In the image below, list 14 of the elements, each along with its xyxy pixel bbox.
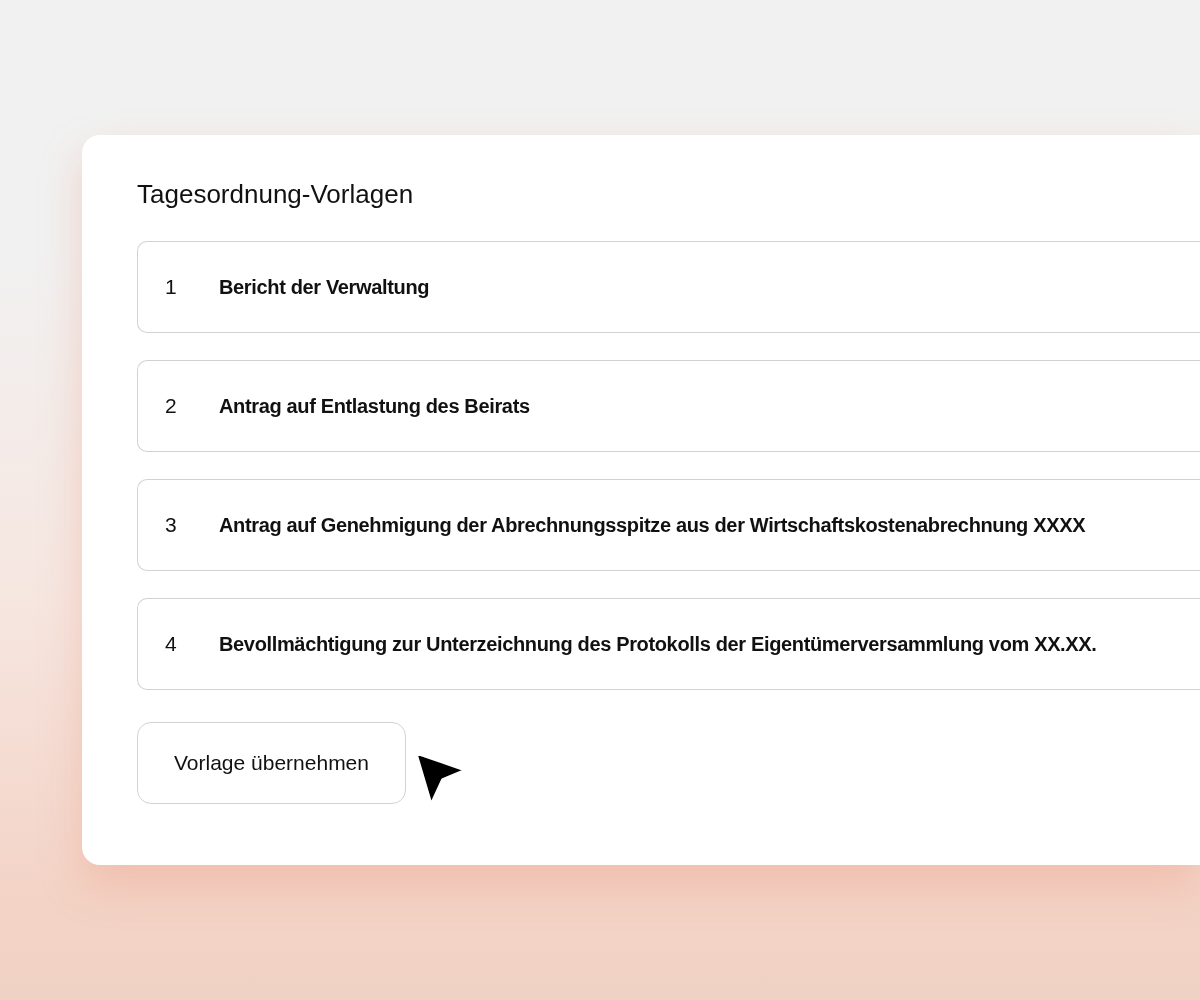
agenda-item[interactable]: 1 Bericht der Verwaltung [137,241,1200,333]
item-title: Antrag auf Entlastung des Beirats [219,394,530,418]
item-title: Antrag auf Genehmigung der Abrechnungsspitze aus der Wirtschaftskostenabrechnung XXXX [219,513,1086,537]
panel-title: Tagesordnung-Vorlagen [137,179,415,210]
apply-template-button[interactable]: Vorlage übernehmen [137,722,406,804]
item-title: Bericht der Verwaltung [219,275,430,299]
item-title: Bevollmächtigung zur Unterzeichnung des Protokolls der Eigentümerversammlung vom XX.XX. [219,632,1097,656]
item-number: 1 [165,275,178,299]
agenda-item[interactable]: 4 Bevollmächtigung zur Unterzeichnung des Protokolls der Eigentümerversammlung vom XX.XX. [137,598,1200,690]
item-number: 3 [165,513,178,537]
item-number: 4 [165,632,178,656]
agenda-item[interactable]: 2 Antrag auf Entlastung des Beirats [137,360,1200,452]
item-number: 2 [165,394,178,418]
agenda-item[interactable]: 3 Antrag auf Genehmigung der Abrechnungsspitze aus der Wirtschaftskostenabrechnung XXXX [137,479,1200,571]
